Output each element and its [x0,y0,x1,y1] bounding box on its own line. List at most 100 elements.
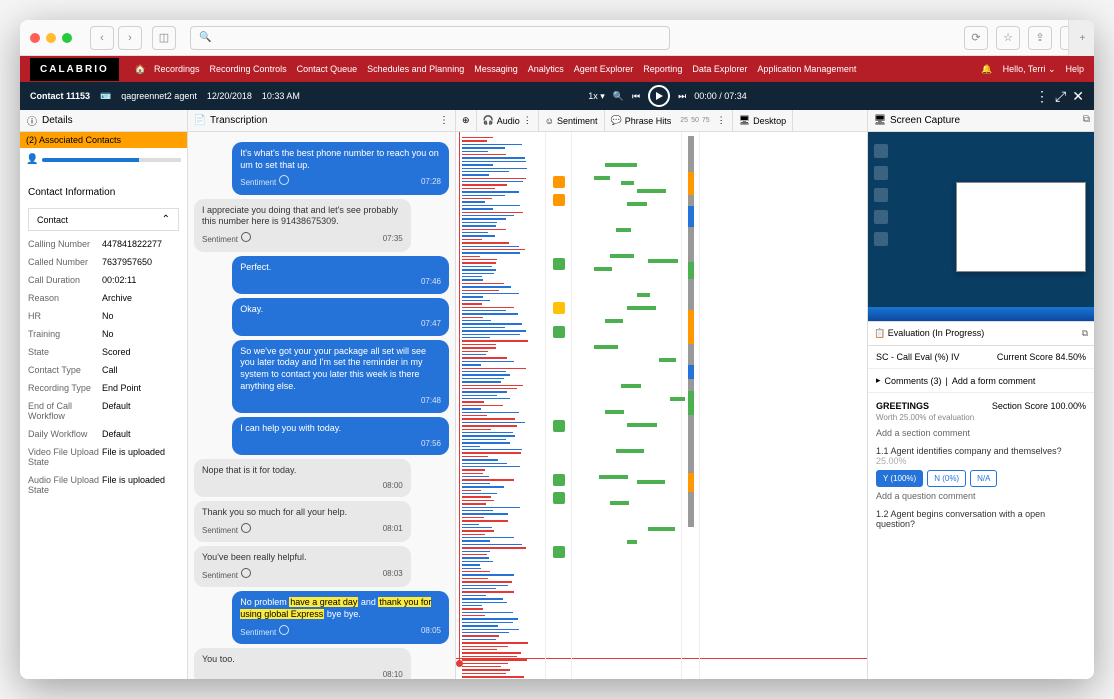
audio-more-icon[interactable]: ⋮ [523,115,532,126]
chevron-up-icon [162,214,170,225]
detail-value: Scored [102,347,179,357]
eval-popout-icon[interactable]: ⧉ [1082,328,1088,339]
sentiment-icon: ☺ [545,116,554,126]
viz-timeline[interactable] [456,132,867,679]
nav-reporting[interactable]: Reporting [643,64,682,74]
details-title: Details [42,115,73,126]
expand-icon[interactable]: ⤢ [1055,88,1066,105]
phrase-more-icon[interactable]: ⋮ [717,115,726,126]
phrase-hit-bar [610,254,634,258]
new-tab-button[interactable]: + [1068,20,1094,56]
detail-value: No [102,311,179,321]
nav-schedules[interactable]: Schedules and Planning [367,64,464,74]
phrase-hit-bar [605,319,623,323]
phrase-hit-bar [621,181,634,185]
nav-recordings[interactable]: Recordings [154,64,200,74]
skip-start-icon[interactable]: ⏮ [632,91,640,102]
waveform-bar [462,161,526,162]
desktop-activity-bar [688,279,694,309]
answer-yes-button[interactable]: Y (100%) [876,470,923,487]
user-menu[interactable]: Hello, Terri ⌄ [1003,64,1056,75]
transcription-more-icon[interactable]: ⋮ [439,115,449,126]
add-question-comment-link[interactable]: Add a question comment [876,491,1086,501]
forward-button[interactable]: › [118,26,142,50]
monitor-icon: 🖥 [874,115,886,127]
waveform-bar [462,252,520,253]
refresh-button[interactable]: ⟳ [964,26,988,50]
transcription-title: Transcription [210,115,267,126]
nav-application-management[interactable]: Application Management [757,64,856,74]
zoom-icon[interactable]: ⊕ [462,115,470,126]
nav-data-explorer[interactable]: Data Explorer [692,64,747,74]
help-link[interactable]: Help [1065,64,1084,74]
waveform-bar [462,164,493,165]
contact-collapse-toggle[interactable]: Contact [28,208,179,231]
sidebar-toggle-button[interactable]: ◫ [152,26,176,50]
waveform-bar [462,293,519,294]
bookmark-button[interactable]: ☆ [996,26,1020,50]
screen-capture-view[interactable] [868,132,1094,322]
detail-key: Daily Workflow [28,429,102,439]
waveform-bar [462,642,528,643]
waveform-bar [462,405,503,406]
popout-icon[interactable]: ⧉ [1083,114,1090,125]
answer-no-button[interactable]: N (0%) [927,470,966,487]
waveform-bar [462,659,527,660]
desktop-activity-bar [688,136,694,146]
waveform-bar [462,337,490,338]
share-button[interactable]: ⇪ [1028,26,1052,50]
play-button[interactable] [648,85,670,107]
detail-row: Daily WorkflowDefault [28,425,179,443]
waveform-bar [462,147,505,148]
answer-na-button[interactable]: N/A [970,470,997,487]
waveform-bar [462,215,514,216]
detail-key: State [28,347,102,357]
waveform-bar [462,524,479,525]
waveform-bar [462,327,505,328]
nav-contact-queue[interactable]: Contact Queue [297,64,358,74]
nav-agent-explorer[interactable]: Agent Explorer [574,64,634,74]
associated-contact-row[interactable]: 👤 [20,148,187,171]
more-options-icon[interactable]: ⋮ [1035,88,1049,105]
detail-value: No [102,329,179,339]
associated-contacts-banner[interactable]: (2) Associated Contacts [20,132,187,148]
notifications-icon[interactable]: 🔔 [981,64,992,75]
waveform-bar [462,568,481,569]
agent-badge-icon: 🪪 [100,91,111,102]
nav-messaging[interactable]: Messaging [474,64,518,74]
waveform-bar [462,476,489,477]
phrase-hit-bar [648,259,677,263]
waveform-bar [462,168,527,169]
nav-analytics[interactable]: Analytics [528,64,564,74]
detail-value: File is uploaded [102,447,179,467]
phrase-lane [572,132,682,679]
address-bar[interactable]: 🔍 [190,26,670,50]
add-form-comment-link[interactable]: Add a form comment [952,376,1036,386]
sentiment-marker [553,474,565,486]
desktop-activity-bar [688,310,694,344]
zoom-out-icon[interactable]: 🔍 [613,91,624,102]
minimize-window-icon[interactable] [46,33,56,43]
maximize-window-icon[interactable] [62,33,72,43]
skip-end-icon[interactable]: ⏭ [678,91,686,102]
contact-date: 12/20/2018 [207,91,252,101]
transcript-body[interactable]: It's what's the best phone number to rea… [188,132,455,679]
playback-speed[interactable]: 1x ▾ [588,91,605,102]
waveform-bar [462,571,490,572]
add-section-comment-link[interactable]: Add a section comment [876,428,1086,438]
eval-comments-row[interactable]: ▸ Comments (3) | Add a form comment [868,369,1094,393]
home-icon[interactable]: 🏠 [135,64,146,75]
contact-info-title: Contact Information [20,171,187,204]
contact-time: 10:33 AM [262,91,300,101]
waveform-bar [462,520,508,521]
close-icon[interactable]: ✕ [1072,88,1084,105]
close-window-icon[interactable] [30,33,40,43]
waveform-bar [462,429,491,430]
waveform-bar [462,632,509,633]
waveform-bar [462,591,514,592]
back-button[interactable]: ‹ [90,26,114,50]
nav-recording-controls[interactable]: Recording Controls [210,64,287,74]
waveform-bar [462,608,483,609]
waveform-bar [462,313,518,314]
taskbar-thumb [868,307,1094,321]
